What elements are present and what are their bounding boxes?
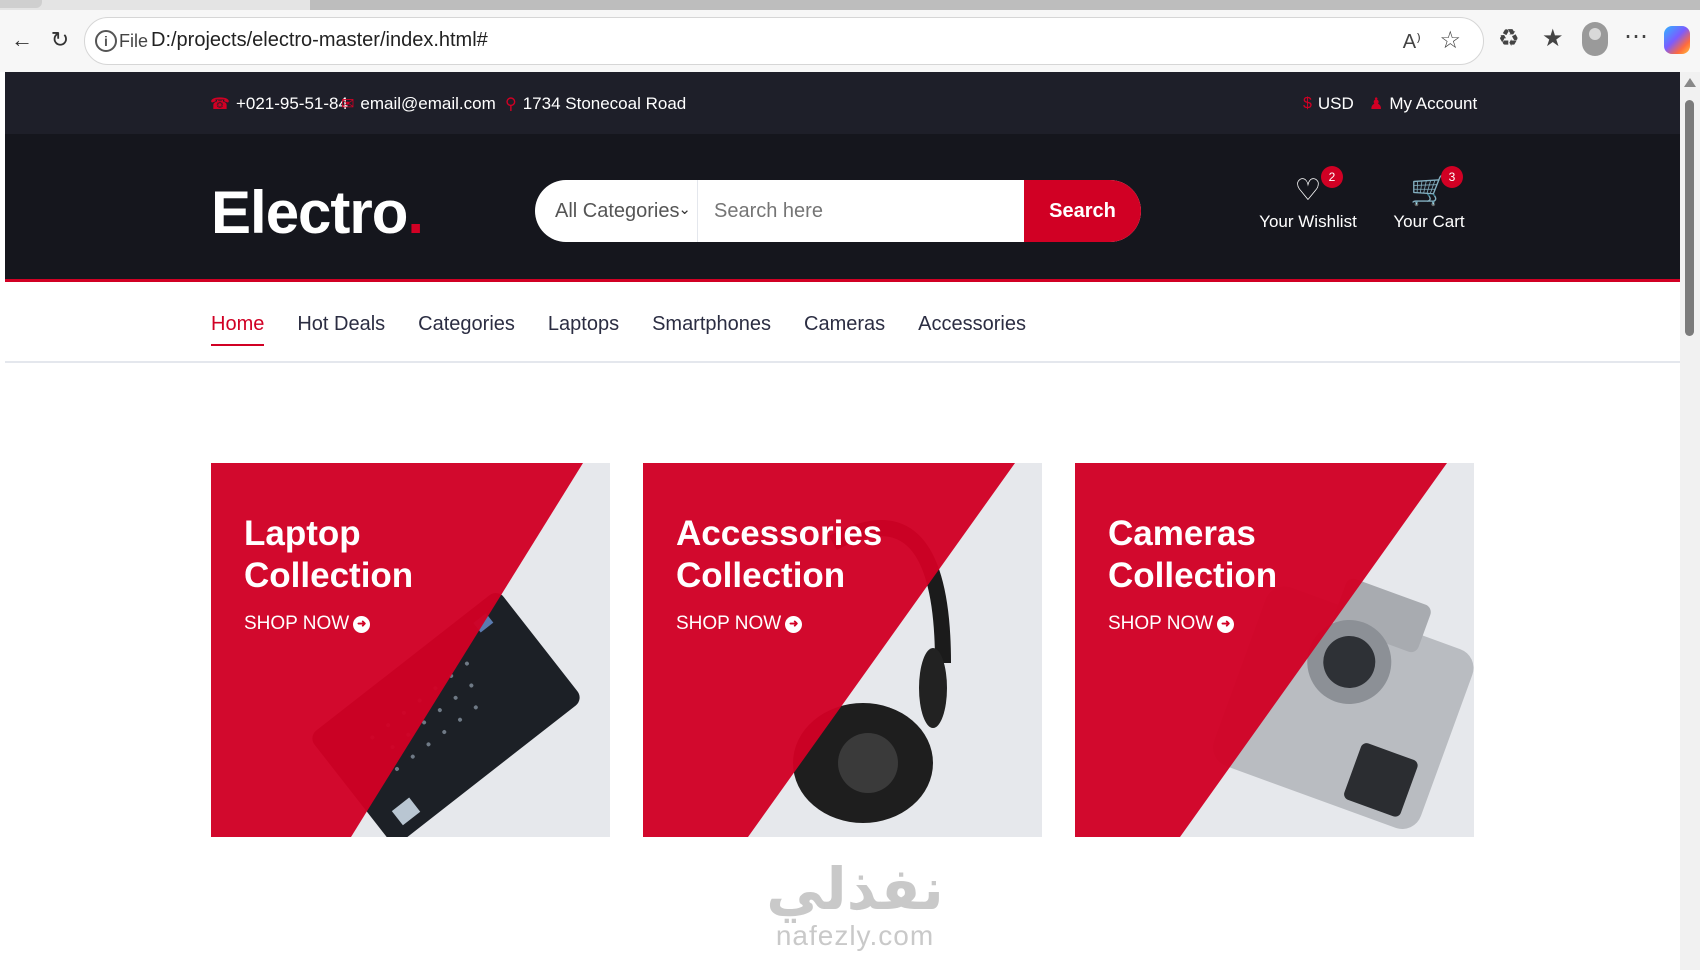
- address-text: 1734 Stonecoal Road: [522, 94, 687, 113]
- logo-text: Electro: [211, 179, 408, 246]
- back-icon[interactable]: ←: [8, 26, 36, 54]
- chevron-down-icon: ⌄: [678, 201, 691, 218]
- email-text: email@email.com: [360, 94, 496, 113]
- arrow-circle-right-icon: ➜: [353, 615, 371, 633]
- envelope-icon: ✉: [341, 96, 355, 113]
- file-label: File: [119, 31, 149, 51]
- url-text[interactable]: D:/projects/electro-master/index.html#: [151, 29, 488, 52]
- address-bar[interactable]: i File D:/projects/electro-master/index.…: [84, 17, 1484, 65]
- arrow-circle-right-icon: ➜: [1217, 615, 1235, 633]
- cart-link[interactable]: 🛒 3 Your Cart: [1369, 166, 1489, 232]
- nav-item-hot-deals[interactable]: Hot Deals: [297, 313, 385, 336]
- favorites-icon[interactable]: ★: [1542, 24, 1564, 53]
- wishlist-link[interactable]: ♡ 2 Your Wishlist: [1248, 166, 1368, 232]
- cameras-collection-card[interactable]: Cameras Collection SHOP NOW ➜: [1075, 463, 1474, 837]
- nav-item-cameras[interactable]: Cameras: [804, 313, 885, 336]
- watermark: نفذلي nafezly.com: [745, 860, 965, 952]
- cart-label: Your Cart: [1393, 212, 1465, 231]
- search-input[interactable]: [698, 180, 1024, 242]
- category-select-value: All Categories: [555, 199, 680, 222]
- phone-link[interactable]: ☎ +021-95-51-84: [210, 94, 348, 114]
- nav-item-laptops[interactable]: Laptops: [548, 313, 619, 336]
- phone-text: +021-95-51-84: [235, 94, 348, 113]
- address-link[interactable]: ⚲ 1734 Stonecoal Road: [505, 94, 686, 114]
- extensions-icon[interactable]: ♻: [1498, 24, 1520, 53]
- scroll-up-icon[interactable]: [1684, 78, 1696, 87]
- main-header: Electro. All Categories ⌄ Search ♡ 2 You…: [5, 134, 1680, 282]
- favorite-star-icon[interactable]: ☆: [1439, 26, 1461, 55]
- search-form: All Categories ⌄ Search: [535, 180, 1141, 242]
- shop-now-link[interactable]: SHOP NOW ➜: [244, 613, 371, 635]
- nav-item-home[interactable]: Home: [211, 313, 265, 346]
- category-select[interactable]: All Categories ⌄: [535, 180, 698, 242]
- accessories-collection-card[interactable]: Accessories Collection SHOP NOW ➜: [643, 463, 1042, 837]
- user-icon: ♟: [1369, 96, 1384, 113]
- reload-icon[interactable]: ↻: [46, 26, 74, 54]
- page-scrollbar[interactable]: [1680, 72, 1700, 970]
- email-link[interactable]: ✉ email@email.com: [341, 94, 496, 114]
- copilot-icon[interactable]: [1664, 26, 1690, 54]
- main-navigation: Home Hot Deals Categories Laptops Smartp…: [5, 285, 1680, 363]
- info-icon[interactable]: i: [95, 30, 117, 52]
- collection-title: Laptop Collection: [244, 514, 414, 595]
- wishlist-count-badge: 2: [1321, 166, 1343, 188]
- site-logo[interactable]: Electro.: [211, 178, 424, 247]
- browser-toolbar: ← ↻ i File D:/projects/electro-master/in…: [0, 0, 1700, 72]
- page-viewport: ☎ +021-95-51-84 ✉ email@email.com ⚲ 1734…: [5, 72, 1680, 970]
- profile-avatar[interactable]: [1582, 22, 1608, 56]
- heart-icon: ♡: [1294, 174, 1322, 207]
- more-icon[interactable]: ⋯: [1624, 22, 1648, 51]
- nav-item-smartphones[interactable]: Smartphones: [652, 313, 771, 336]
- top-info-bar: ☎ +021-95-51-84 ✉ email@email.com ⚲ 1734…: [5, 72, 1680, 134]
- dollar-icon: $: [1303, 95, 1312, 112]
- wishlist-label: Your Wishlist: [1259, 212, 1357, 231]
- nav-item-categories[interactable]: Categories: [418, 313, 515, 336]
- scroll-thumb[interactable]: [1685, 100, 1694, 336]
- currency-text: USD: [1317, 94, 1354, 113]
- shop-now-label: SHOP NOW: [1108, 613, 1214, 634]
- read-aloud-icon[interactable]: A⁾: [1403, 29, 1421, 54]
- shop-now-label: SHOP NOW: [676, 613, 782, 634]
- shop-now-link[interactable]: SHOP NOW ➜: [1108, 613, 1235, 635]
- tab-strip: [0, 0, 1700, 10]
- account-text: My Account: [1389, 94, 1478, 113]
- tab-bar[interactable]: [310, 0, 1700, 10]
- collection-title: Accessories Collection: [676, 514, 883, 595]
- logo-dot: .: [407, 179, 424, 246]
- watermark-arabic: نفذلي: [766, 855, 944, 923]
- watermark-latin: nafezly.com: [775, 920, 935, 951]
- laptop-collection-card[interactable]: Laptop Collection SHOP NOW ➜: [211, 463, 610, 837]
- cart-icon: 🛒: [1410, 174, 1448, 207]
- collection-title: Cameras Collection: [1108, 514, 1278, 595]
- phone-icon: ☎: [210, 96, 230, 113]
- tab-stub[interactable]: [0, 0, 42, 8]
- search-button[interactable]: Search: [1024, 180, 1141, 242]
- map-marker-icon: ⚲: [505, 96, 517, 113]
- shop-now-link[interactable]: SHOP NOW ➜: [676, 613, 803, 635]
- cart-count-badge: 3: [1441, 166, 1463, 188]
- currency-link[interactable]: $ USD: [1303, 94, 1354, 114]
- arrow-circle-right-icon: ➜: [785, 615, 803, 633]
- nav-item-accessories[interactable]: Accessories: [918, 313, 1026, 336]
- shop-now-label: SHOP NOW: [244, 613, 350, 634]
- account-link[interactable]: ♟ My Account: [1369, 94, 1477, 114]
